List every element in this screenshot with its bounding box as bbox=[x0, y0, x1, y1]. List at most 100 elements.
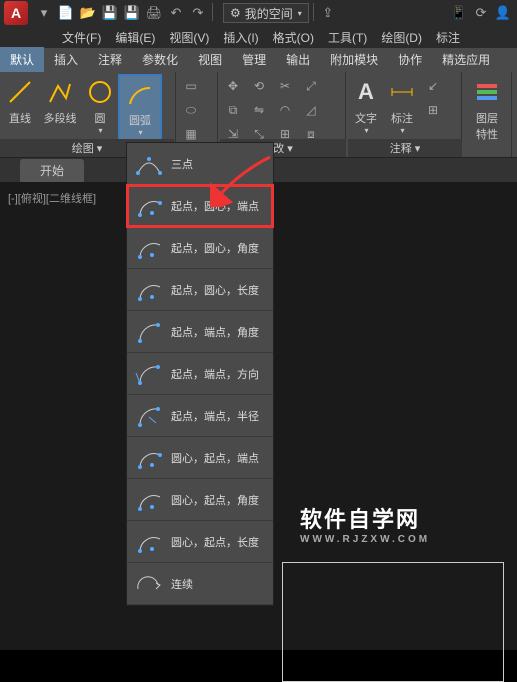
tab-parametric[interactable]: 参数化 bbox=[132, 47, 188, 72]
arc-sed-icon bbox=[133, 358, 165, 390]
arc-option-start-center-angle[interactable]: 起点，圆心，角度 bbox=[127, 227, 273, 269]
arc-option-start-end-radius[interactable]: 起点，端点，半径 bbox=[127, 395, 273, 437]
open-icon[interactable]: 📂 bbox=[78, 3, 98, 23]
doc-tab-start[interactable]: 开始 bbox=[20, 159, 84, 182]
move-tool[interactable]: ✥ bbox=[220, 74, 246, 98]
menu-tools[interactable]: 工具(T) bbox=[322, 27, 373, 48]
layers-panel: 图层 特性 bbox=[462, 72, 512, 157]
dimension-icon bbox=[386, 76, 418, 108]
titlebar: A ▾ 📄 📂 💾 💾 🖨 ↶ ↷ ⚙ 我的空间 ▾ ⇪ 📱 ⟳ 👤 bbox=[0, 0, 517, 26]
arc-ser-icon bbox=[133, 400, 165, 432]
arc-option-3point[interactable]: 三点 bbox=[127, 143, 273, 185]
tab-addons[interactable]: 附加模块 bbox=[320, 47, 388, 72]
arc-icon bbox=[124, 78, 156, 110]
canvas-rectangle bbox=[282, 562, 504, 682]
undo-icon[interactable]: ↶ bbox=[166, 3, 186, 23]
arc-sea-icon bbox=[133, 316, 165, 348]
circle-icon bbox=[84, 76, 116, 108]
redo-icon[interactable]: ↷ bbox=[188, 3, 208, 23]
menu-format[interactable]: 格式(O) bbox=[267, 27, 320, 48]
rectangle-tool[interactable]: ▭ bbox=[178, 74, 204, 98]
arc-tool[interactable]: 圆弧 ▾ bbox=[118, 74, 162, 141]
arc-cse-icon bbox=[133, 442, 165, 474]
arc-scl-icon bbox=[133, 274, 165, 306]
arc-option-start-center-length[interactable]: 起点，圆心，长度 bbox=[127, 269, 273, 311]
arc-dropdown-menu: 三点 起点，圆心，端点 起点，圆心，角度 起点，圆心，长度 起点，端点，角度 起… bbox=[126, 142, 274, 606]
layer-properties-tool[interactable]: 图层 特性 bbox=[464, 74, 510, 144]
arc-option-center-start-angle[interactable]: 圆心，起点，角度 bbox=[127, 479, 273, 521]
qat-dropdown[interactable]: ▾ bbox=[34, 3, 54, 23]
layers-icon bbox=[471, 76, 503, 108]
chevron-down-icon: ▾ bbox=[123, 128, 158, 137]
circle-tool[interactable]: 圆 ▾ bbox=[82, 74, 118, 141]
separator bbox=[313, 3, 314, 21]
separator bbox=[212, 3, 213, 21]
fillet-tool[interactable]: ◠ bbox=[272, 98, 298, 122]
dimension-tool[interactable]: 标注 ▾ bbox=[384, 74, 420, 137]
share-icon[interactable]: ⇪ bbox=[318, 3, 338, 23]
tab-default[interactable]: 默认 bbox=[0, 47, 44, 72]
gear-icon: ⚙ bbox=[230, 6, 241, 20]
arc-csa-icon bbox=[133, 484, 165, 516]
extend-tool[interactable]: ⤢ bbox=[298, 74, 324, 98]
tab-view[interactable]: 视图 bbox=[188, 47, 232, 72]
polyline-tool[interactable]: 多段线 bbox=[38, 74, 82, 141]
sync-icon[interactable]: ⟳ bbox=[471, 3, 491, 23]
account-icon[interactable]: 👤 bbox=[493, 3, 513, 23]
titlebar-right: 📱 ⟳ 👤 bbox=[449, 3, 513, 23]
mirror-tool[interactable]: ⇋ bbox=[246, 98, 272, 122]
arc-sca-icon bbox=[133, 232, 165, 264]
workspace-dropdown[interactable]: ⚙ 我的空间 ▾ bbox=[223, 3, 309, 23]
watermark: 软件自学网 WWW.RJZXW.COM bbox=[300, 502, 430, 545]
arc-option-start-end-angle[interactable]: 起点，端点，角度 bbox=[127, 311, 273, 353]
arc-option-continue[interactable]: 连续 bbox=[127, 563, 273, 605]
leader-tool[interactable]: ↙ bbox=[420, 74, 446, 98]
arc-sce-icon bbox=[133, 190, 165, 222]
watermark-sub: WWW.RJZXW.COM bbox=[300, 534, 430, 545]
menu-draw[interactable]: 绘图(D) bbox=[375, 27, 428, 48]
copy-tool[interactable]: ⧉ bbox=[220, 98, 246, 122]
plot-icon[interactable]: 🖨 bbox=[144, 3, 164, 23]
tab-annotate[interactable]: 注释 bbox=[88, 47, 132, 72]
arc-option-start-center-end[interactable]: 起点，圆心，端点 bbox=[127, 185, 273, 227]
annotate-panel-footer[interactable]: 注释 ▾ bbox=[348, 139, 462, 157]
line-icon bbox=[4, 76, 36, 108]
quick-access-toolbar: ▾ 📄 📂 💾 💾 🖨 ↶ ↷ ⚙ 我的空间 ▾ ⇪ bbox=[34, 3, 338, 23]
menu-edit[interactable]: 编辑(E) bbox=[109, 27, 161, 48]
ribbon-tabs: 默认 插入 注释 参数化 视图 管理 输出 附加模块 协作 精选应用 bbox=[0, 48, 517, 72]
menu-dimension[interactable]: 标注 bbox=[430, 27, 466, 48]
arc-option-center-start-end[interactable]: 圆心，起点，端点 bbox=[127, 437, 273, 479]
viewport-label[interactable]: [-][俯视][二维线框] bbox=[8, 190, 96, 206]
tab-featured[interactable]: 精选应用 bbox=[432, 47, 500, 72]
arc-3point-icon bbox=[133, 148, 165, 180]
phone-icon[interactable]: 📱 bbox=[449, 3, 469, 23]
chevron-down-icon: ▾ bbox=[298, 9, 302, 18]
menubar: 文件(F) 编辑(E) 视图(V) 插入(I) 格式(O) 工具(T) 绘图(D… bbox=[0, 26, 517, 48]
app-logo: A bbox=[4, 1, 28, 25]
line-tool[interactable]: 直线 bbox=[2, 74, 38, 141]
annotate-panel: A 文字 ▾ 标注 ▾ ↙ ⊞ 注释 ▾ bbox=[346, 72, 462, 157]
chevron-down-icon: ▾ bbox=[85, 126, 116, 135]
new-icon[interactable]: 📄 bbox=[56, 3, 76, 23]
rotate-tool[interactable]: ⟲ bbox=[246, 74, 272, 98]
arc-option-center-start-length[interactable]: 圆心，起点，长度 bbox=[127, 521, 273, 563]
arc-option-start-end-direction[interactable]: 起点，端点，方向 bbox=[127, 353, 273, 395]
ellipse-tool[interactable]: ⬭ bbox=[178, 98, 204, 122]
chevron-down-icon: ▾ bbox=[351, 126, 382, 135]
arc-continue-icon bbox=[133, 568, 165, 600]
tab-insert[interactable]: 插入 bbox=[44, 47, 88, 72]
tab-manage[interactable]: 管理 bbox=[232, 47, 276, 72]
tab-collab[interactable]: 协作 bbox=[388, 47, 432, 72]
menu-view[interactable]: 视图(V) bbox=[163, 27, 215, 48]
trim-tool[interactable]: ✂ bbox=[272, 74, 298, 98]
workspace-label: 我的空间 bbox=[245, 5, 293, 22]
text-icon: A bbox=[350, 76, 382, 108]
save-icon[interactable]: 💾 bbox=[100, 3, 120, 23]
menu-file[interactable]: 文件(F) bbox=[56, 27, 107, 48]
text-tool[interactable]: A 文字 ▾ bbox=[348, 74, 384, 137]
menu-insert[interactable]: 插入(I) bbox=[217, 27, 264, 48]
tab-output[interactable]: 输出 bbox=[276, 47, 320, 72]
table-tool[interactable]: ⊞ bbox=[420, 98, 446, 122]
saveas-icon[interactable]: 💾 bbox=[122, 3, 142, 23]
chamfer-tool[interactable]: ◿ bbox=[298, 98, 324, 122]
